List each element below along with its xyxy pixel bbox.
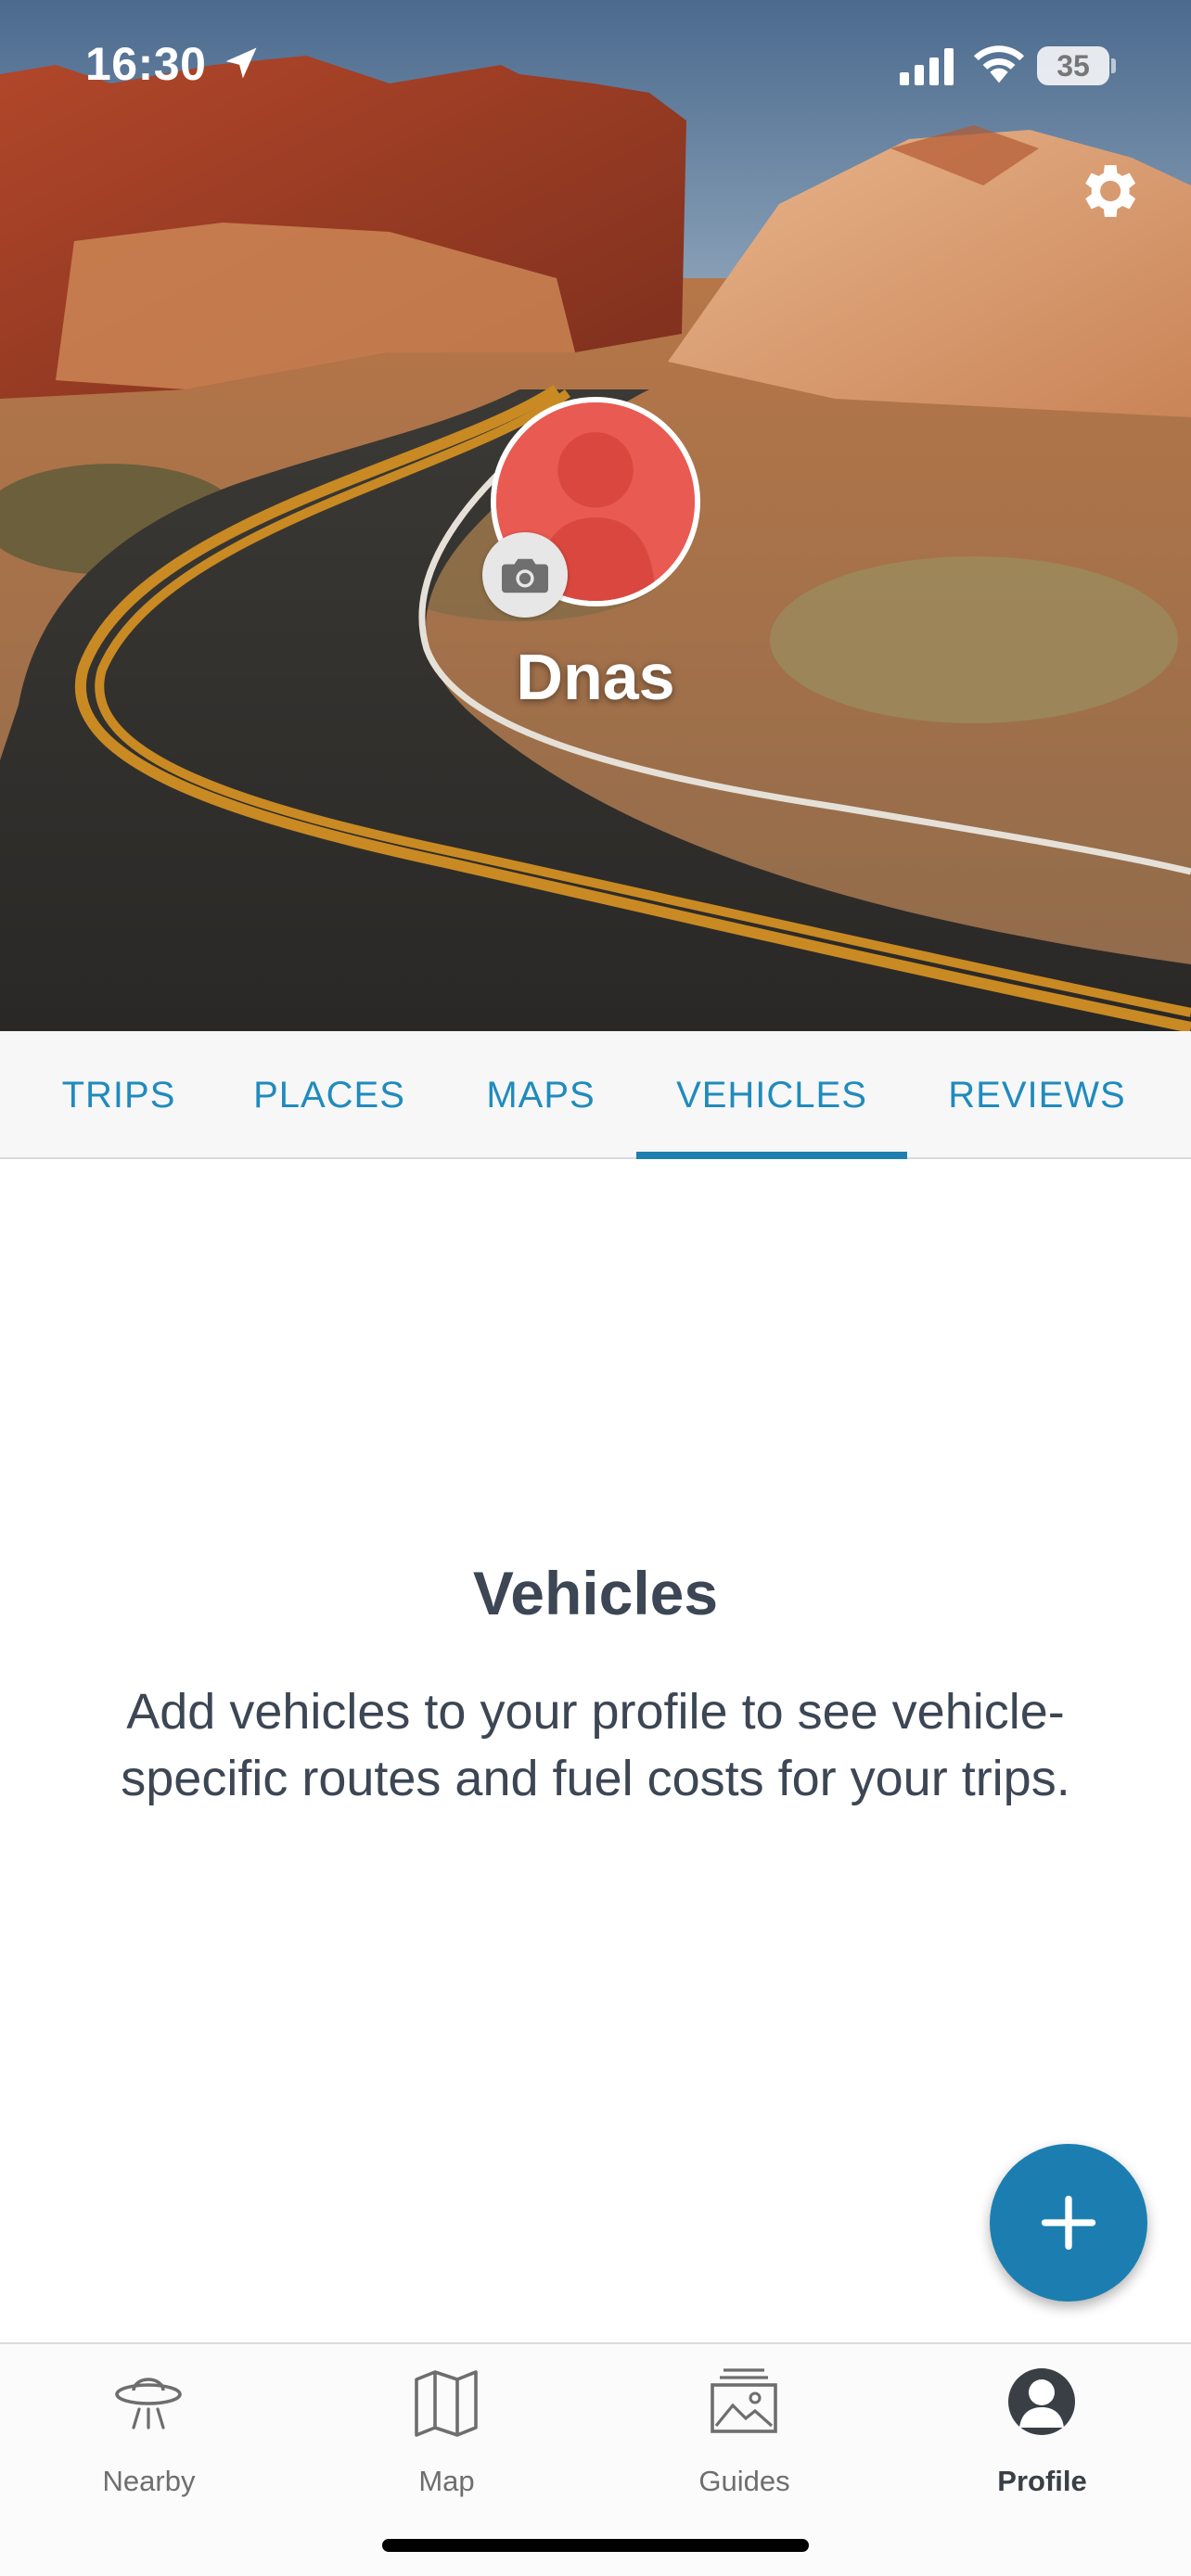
- nav-label-map: Map: [418, 2465, 475, 2497]
- nav-label-profile: Profile: [997, 2465, 1087, 2497]
- tab-maps[interactable]: MAPS: [453, 1031, 629, 1159]
- cover-photo: 16:30 35 Dnas: [0, 0, 1191, 1031]
- plus-icon: [1041, 2195, 1096, 2251]
- profile-screen: 16:30 35 Dnas TRIPS PLACES MAPS VEHICLES…: [0, 0, 1191, 2576]
- change-photo-button[interactable]: [482, 532, 568, 618]
- ufo-icon: [115, 2378, 182, 2429]
- tab-reviews[interactable]: REVIEWS: [928, 1031, 1146, 1159]
- map-icon: [415, 2370, 478, 2437]
- guides-icon: [711, 2368, 777, 2433]
- empty-state-text: Add vehicles to your profile to see vehi…: [121, 1684, 1070, 1806]
- profile-name: Dnas: [516, 641, 675, 713]
- add-vehicle-button[interactable]: [990, 2144, 1147, 2302]
- cellular-signal-icon: [900, 48, 954, 85]
- gear-icon[interactable]: [1072, 156, 1143, 226]
- tab-trips[interactable]: TRIPS: [35, 1031, 202, 1159]
- status-time: 16:30: [85, 38, 207, 90]
- nav-item-map[interactable]: Map: [298, 2344, 596, 2511]
- nav-item-nearby[interactable]: Nearby: [0, 2344, 298, 2511]
- tab-places[interactable]: PLACES: [232, 1031, 427, 1159]
- profile-icon: [1008, 2368, 1075, 2435]
- wifi-icon: [973, 45, 1025, 83]
- nav-item-profile[interactable]: Profile: [893, 2344, 1191, 2511]
- battery-tip: [1111, 58, 1116, 73]
- tab-vehicles[interactable]: VEHICLES: [636, 1031, 907, 1159]
- camera-icon: [502, 558, 548, 593]
- battery-indicator: 35: [1037, 46, 1109, 85]
- nav-label-guides: Guides: [698, 2465, 790, 2497]
- profile-tabs: TRIPS PLACES MAPS VEHICLES REVIEWS: [0, 1031, 1191, 1159]
- empty-state-title: Vehicles: [472, 1559, 719, 1627]
- nav-label-nearby: Nearby: [102, 2465, 196, 2497]
- status-bar: 16:30 35: [0, 0, 1191, 134]
- nav-item-guides[interactable]: Guides: [596, 2344, 893, 2511]
- location-arrow-icon: [225, 47, 257, 79]
- home-indicator: [382, 2539, 809, 2552]
